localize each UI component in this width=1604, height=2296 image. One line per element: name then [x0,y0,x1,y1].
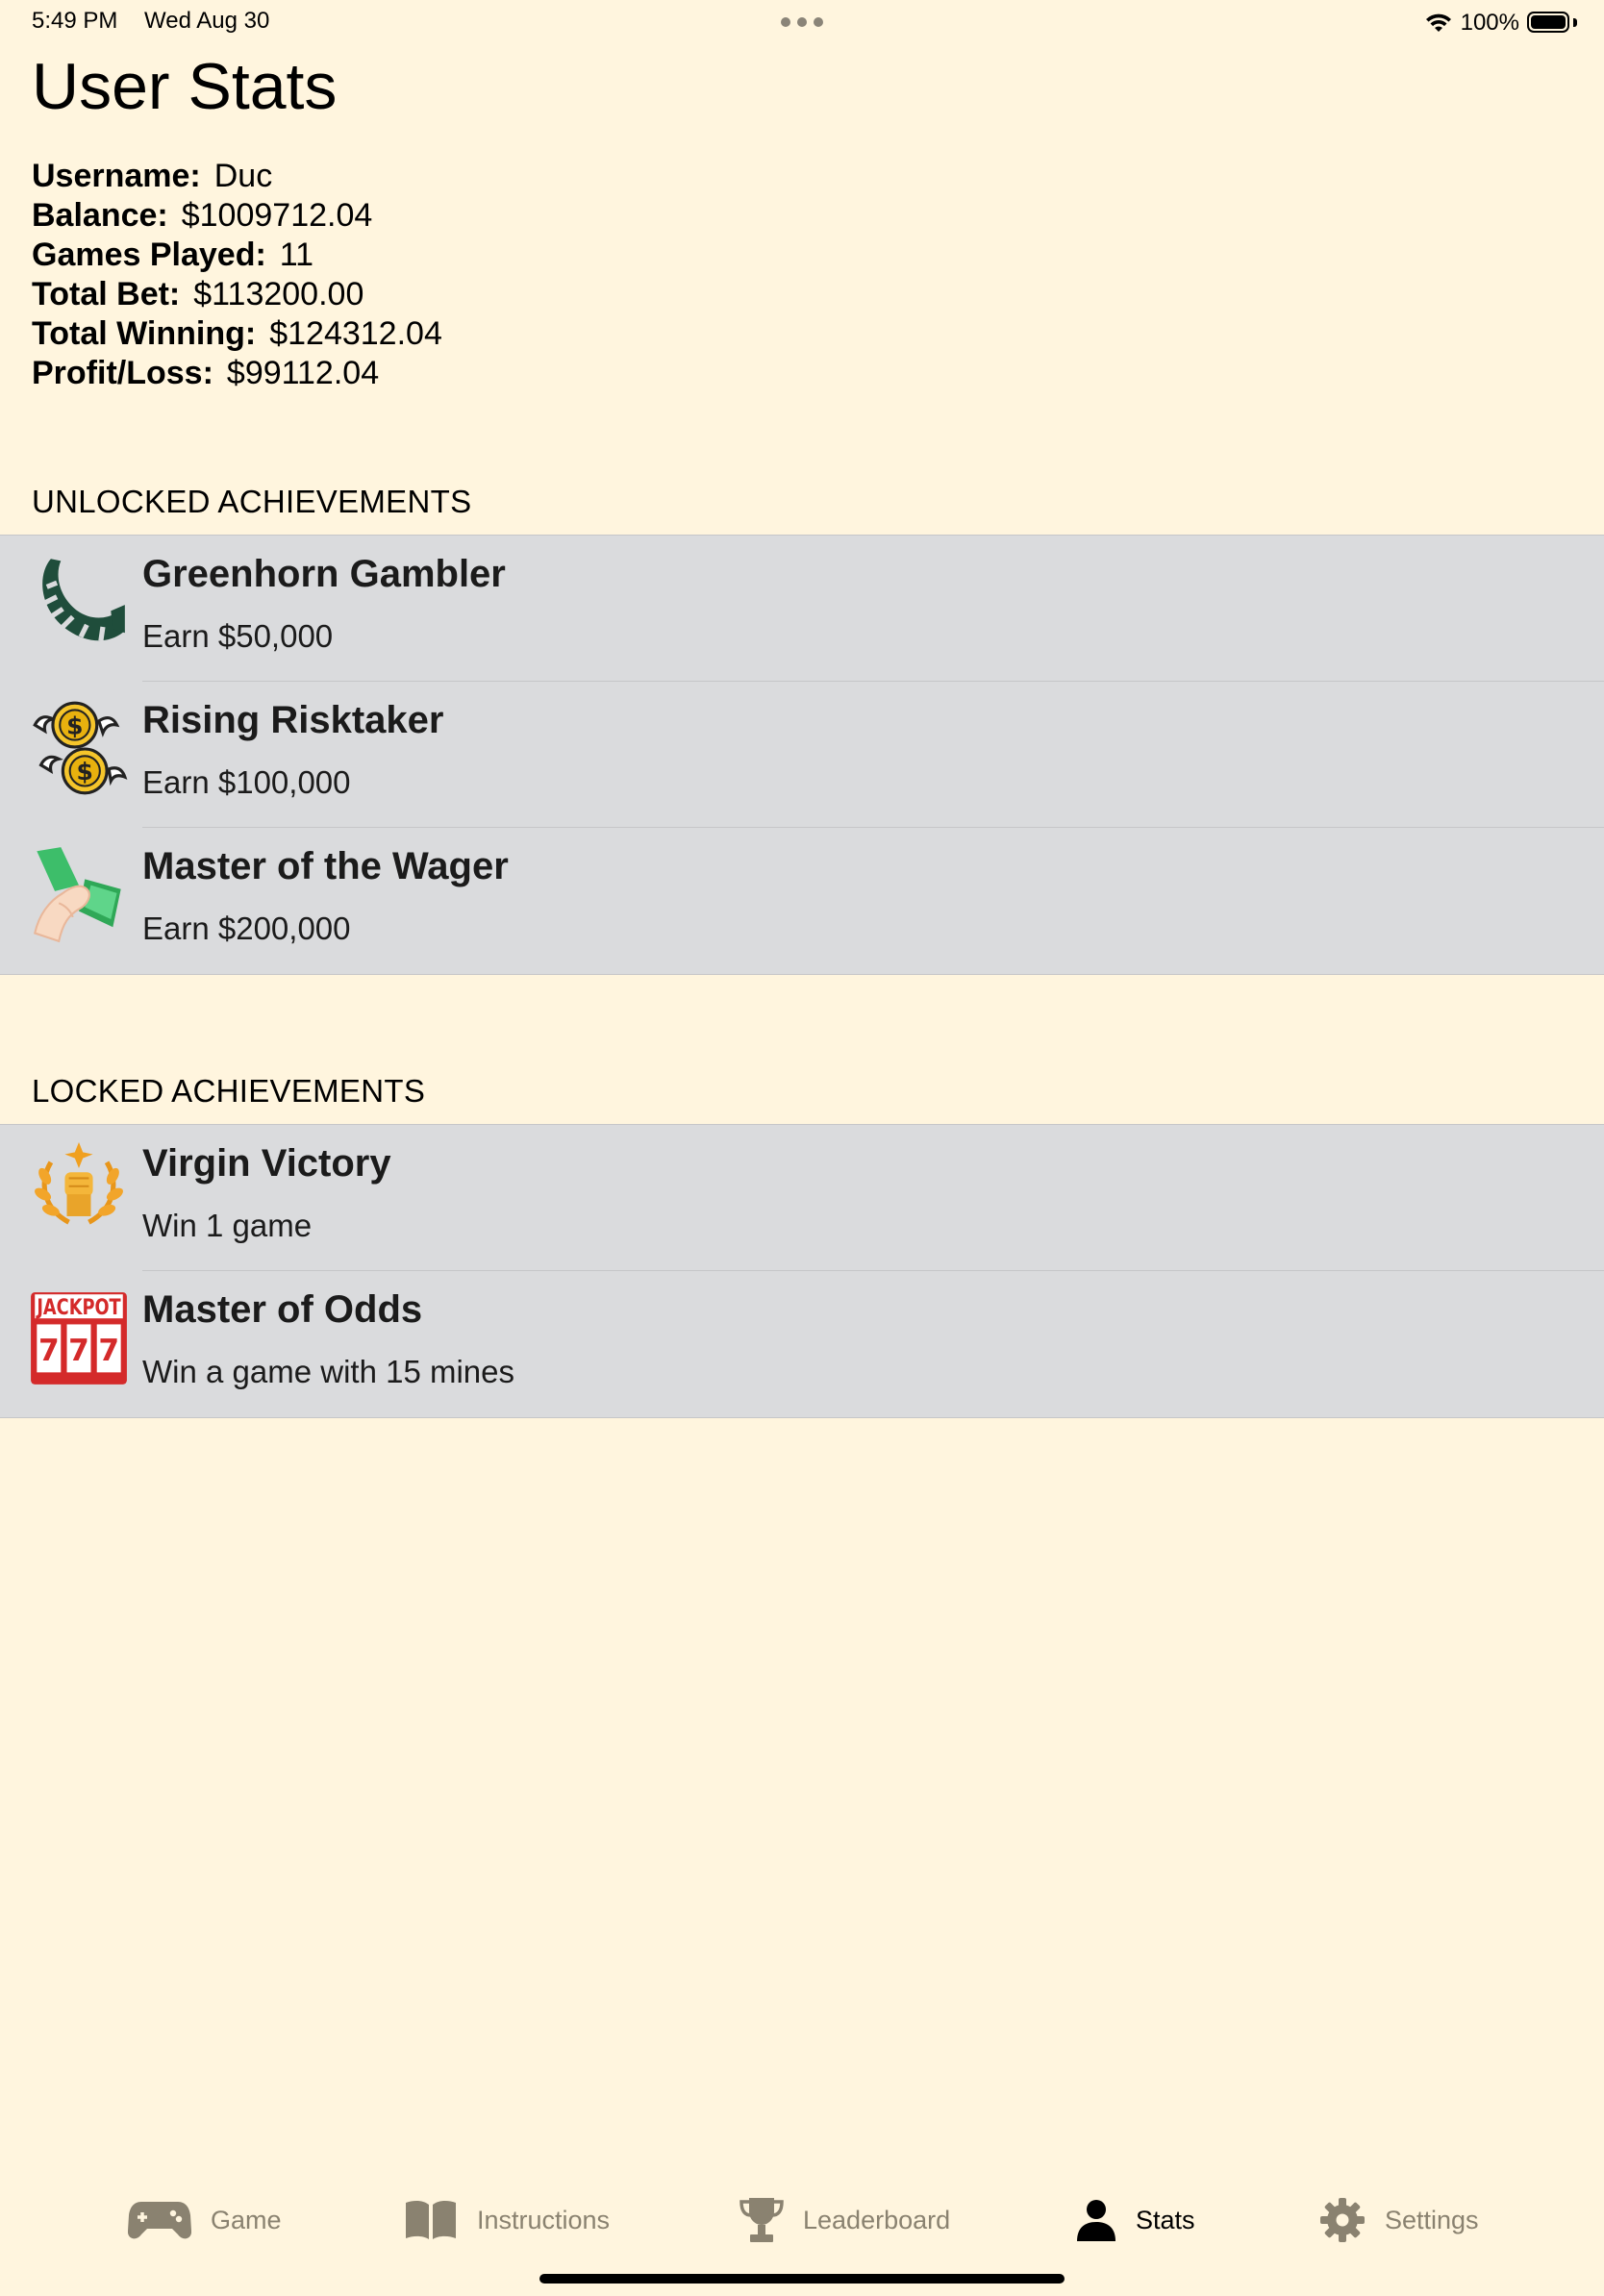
achievement-desc: Win a game with 15 mines [142,1354,514,1389]
trophy-icon [739,2198,784,2242]
svg-text:7: 7 [98,1334,119,1368]
stat-username: Username: Duc [32,157,442,196]
tab-leaderboard[interactable]: Leaderboard [739,2196,950,2244]
stat-value: $99112.04 [226,355,380,391]
book-icon [406,2200,456,2239]
jackpot-icon: JACKPOT 7 7 7 [31,1292,127,1385]
laurel-fist-icon [35,1142,123,1225]
achievement-desc: Earn $100,000 [142,764,351,800]
stat-value: $1009712.04 [181,197,373,234]
svg-text:$: $ [77,758,93,786]
status-time: 5:49 PM [32,8,118,34]
tab-label: Settings [1385,2205,1479,2234]
achievement-row[interactable]: JACKPOT 7 7 7 Master of Odds Win a game … [0,1271,1604,1417]
achievement-title: Master of Odds [142,1288,423,1331]
status-date: Wed Aug 30 [144,8,270,34]
stat-profit-loss: Profit/Loss: $99112.04 [32,354,442,393]
tab-instructions[interactable]: Instructions [404,2196,610,2244]
multitasking-dots-icon[interactable] [781,17,823,27]
achievement-row[interactable]: Virgin Victory Win 1 game [0,1125,1604,1271]
gear-icon [1320,2198,1365,2242]
stat-total-winning: Total Winning: $124312.04 [32,314,442,354]
achievement-title: Rising Risktaker [142,699,444,741]
tab-label: Stats [1136,2205,1195,2234]
svg-text:7: 7 [68,1334,89,1368]
horn-icon [42,559,125,641]
stat-value: $124312.04 [269,315,442,352]
stat-games-played: Games Played: 11 [32,236,442,275]
tab-game[interactable]: Game [128,2196,282,2244]
status-indicators: 100% [1424,6,1577,40]
flying-coins-icon: $ $ [33,701,128,795]
locked-achievements-list: Virgin Victory Win 1 game JACKPOT 7 7 7 … [0,1124,1604,1418]
tab-label: Leaderboard [803,2205,951,2234]
tab-label: Game [211,2205,282,2234]
achievement-row[interactable]: Master of the Wager Earn $200,000 [0,828,1604,974]
locked-achievements-header: LOCKED ACHIEVEMENTS [32,1073,426,1109]
svg-text:$: $ [66,711,83,739]
status-bar: 5:49 PM Wed Aug 30 100% [0,0,1604,46]
unlocked-achievements-header: UNLOCKED ACHIEVEMENTS [32,484,472,519]
tab-bar: Game Instructions Leaderboard Stats Sett… [0,2175,1604,2267]
stats-summary: Username: Duc Balance: $1009712.04 Games P… [32,157,442,393]
stat-value: 11 [279,237,314,273]
gamepad-icon [128,2202,191,2239]
tab-label: Instructions [477,2205,611,2234]
achievement-row[interactable]: $ $ Rising Risktaker Earn $100,000 [0,682,1604,828]
wifi-icon [1425,13,1451,32]
svg-text:7: 7 [38,1334,60,1368]
stat-label: Username: [32,158,201,194]
achievement-desc: Earn $200,000 [142,911,351,946]
achievement-title: Greenhorn Gambler [142,553,506,595]
stat-value: $113200.00 [193,276,364,312]
stat-value: Duc [213,158,273,194]
page-title: User Stats [32,50,338,123]
battery-icon [1527,12,1577,35]
stat-label: Games Played: [32,237,266,273]
stat-label: Balance: [32,197,168,234]
stat-balance: Balance: $1009712.04 [32,196,442,236]
achievement-desc: Win 1 game [142,1208,313,1243]
achievement-title: Virgin Victory [142,1142,391,1185]
achievement-desc: Earn $50,000 [142,618,334,654]
unlocked-achievements-list: Greenhorn Gambler Earn $50,000 $ $ Risin… [0,535,1604,975]
achievement-row[interactable]: Greenhorn Gambler Earn $50,000 [0,536,1604,682]
stat-label: Profit/Loss: [32,355,213,391]
stat-label: Total Bet: [32,276,181,312]
stat-label: Total Winning: [32,315,257,352]
battery-percent: 100% [1460,10,1519,36]
hand-cash-icon [34,847,121,943]
achievement-title: Master of the Wager [142,845,509,887]
home-indicator[interactable] [539,2274,1065,2284]
person-icon [1077,2200,1115,2241]
jackpot-text: JACKPOT [36,1296,121,1320]
tab-stats[interactable]: Stats [1076,2196,1195,2244]
stat-total-bet: Total Bet: $113200.00 [32,275,442,314]
tab-settings[interactable]: Settings [1319,2196,1479,2244]
